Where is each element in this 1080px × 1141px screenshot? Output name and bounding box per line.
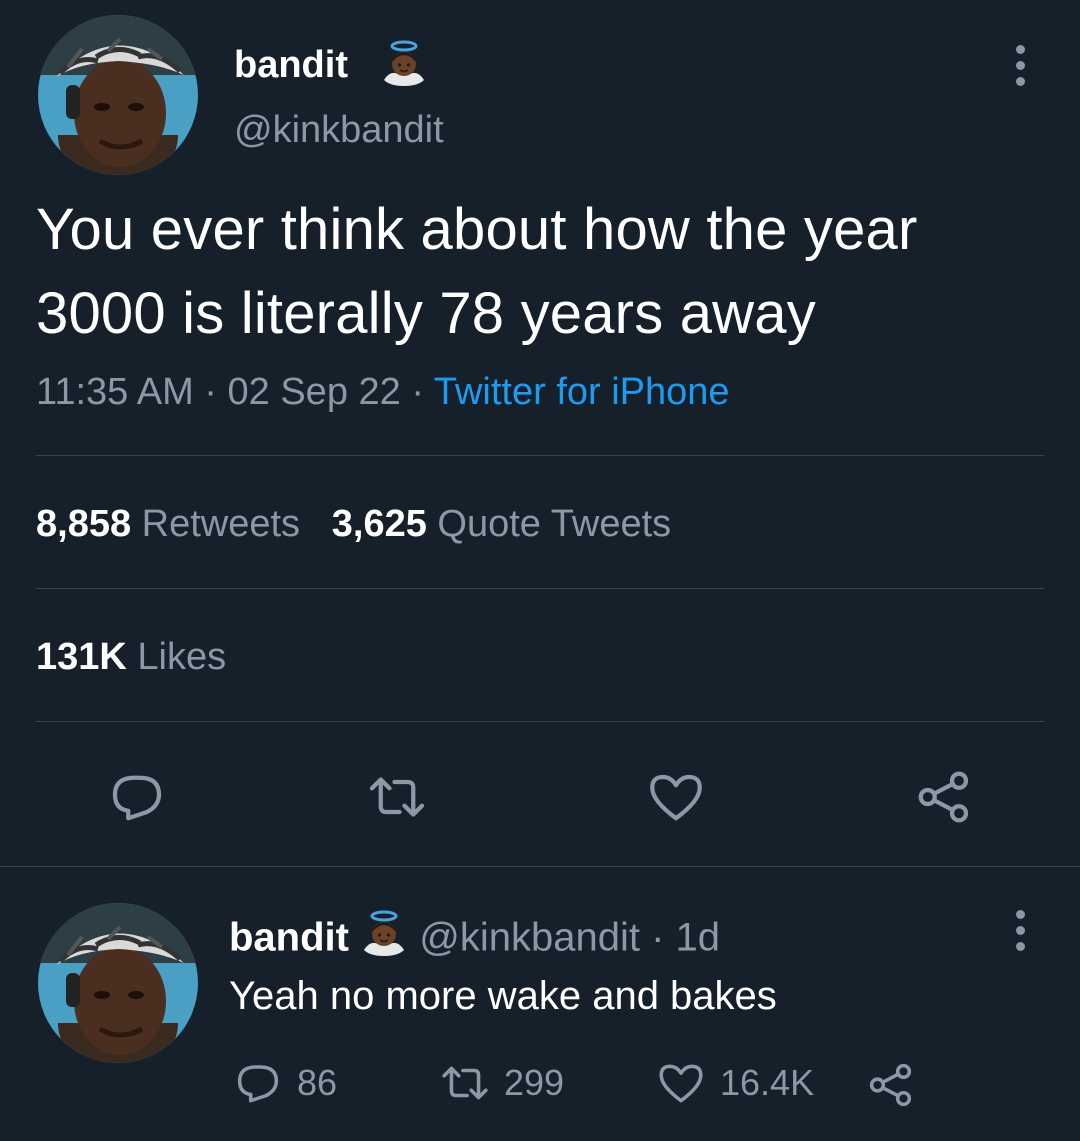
reply-time[interactable]: 1d xyxy=(676,916,721,960)
retweet-icon[interactable] xyxy=(367,767,427,827)
reply-more-vertical-icon[interactable] xyxy=(1013,910,1027,951)
divider xyxy=(36,588,1044,589)
avatar-image xyxy=(38,15,198,175)
retweets-stat[interactable]: 8,858 Retweets xyxy=(36,503,300,545)
tweet-text: You ever think about how the year 3000 i… xyxy=(36,188,1056,356)
likes-stat[interactable]: 131K Likes xyxy=(36,633,226,681)
reply-icon xyxy=(233,1058,283,1108)
quotes-label: Quote Tweets xyxy=(437,503,672,545)
reply-likes-action[interactable]: 16.4K xyxy=(656,1060,814,1106)
reply-icon[interactable] xyxy=(107,767,167,827)
tweet-time[interactable]: 11:35 AM xyxy=(36,371,194,413)
quotes-count: 3,625 xyxy=(331,503,427,545)
tweet-stats: 8,858 Retweets 3,625 Quote Tweets xyxy=(36,500,671,548)
divider xyxy=(36,455,1044,456)
share-icon[interactable] xyxy=(914,767,974,827)
user-handle[interactable]: @kinkbandit xyxy=(234,107,444,153)
tweet-meta: 11:35 AM · 02 Sep 22 · Twitter for iPhon… xyxy=(36,368,730,416)
heart-icon[interactable] xyxy=(646,767,706,827)
divider xyxy=(36,721,1044,722)
main-tweet: bandit @kinkbandit You ever think about … xyxy=(0,0,1080,868)
reply-header: bandit @kinkbandit · 1d xyxy=(229,910,720,970)
more-vertical-icon[interactable] xyxy=(1013,45,1027,86)
avatar-image xyxy=(38,903,198,1063)
angel-emoji-icon xyxy=(380,40,428,93)
reply-separator: · xyxy=(651,915,665,960)
tweet-source-link[interactable]: Twitter for iPhone xyxy=(434,371,730,413)
tweet-date[interactable]: 02 Sep 22 xyxy=(228,371,401,413)
avatar[interactable] xyxy=(38,15,198,175)
section-divider xyxy=(0,866,1080,867)
display-name[interactable]: bandit xyxy=(234,42,348,88)
quotes-stat[interactable]: 3,625 Quote Tweets xyxy=(332,503,671,545)
reply-replies-count: 86 xyxy=(297,1062,338,1103)
reply-retweets-action[interactable]: 299 xyxy=(440,1060,564,1106)
angel-emoji-icon xyxy=(360,910,408,970)
retweets-count: 8,858 xyxy=(36,503,132,545)
reply-avatar[interactable] xyxy=(38,903,198,1063)
meta-separator: · xyxy=(400,371,434,413)
reply-handle[interactable]: @kinkbandit xyxy=(419,916,640,960)
meta-separator: · xyxy=(193,371,228,413)
reply-text: Yeah no more wake and bakes xyxy=(229,974,777,1018)
likes-count: 131K xyxy=(36,636,127,678)
reply-display-name[interactable]: bandit xyxy=(229,916,349,960)
likes-label: Likes xyxy=(137,636,227,678)
share-icon[interactable] xyxy=(866,1060,916,1110)
retweets-label: Retweets xyxy=(141,503,301,545)
heart-icon xyxy=(656,1058,706,1108)
reply-replies-action[interactable]: 86 xyxy=(233,1060,337,1106)
reply-retweets-count: 299 xyxy=(504,1062,565,1103)
tweet-text-line: 3000 is literally 78 years away xyxy=(36,281,816,346)
tweet-text-line: You ever think about how the year xyxy=(36,197,918,262)
retweet-icon xyxy=(440,1058,490,1108)
reply-likes-count: 16.4K xyxy=(720,1062,815,1103)
